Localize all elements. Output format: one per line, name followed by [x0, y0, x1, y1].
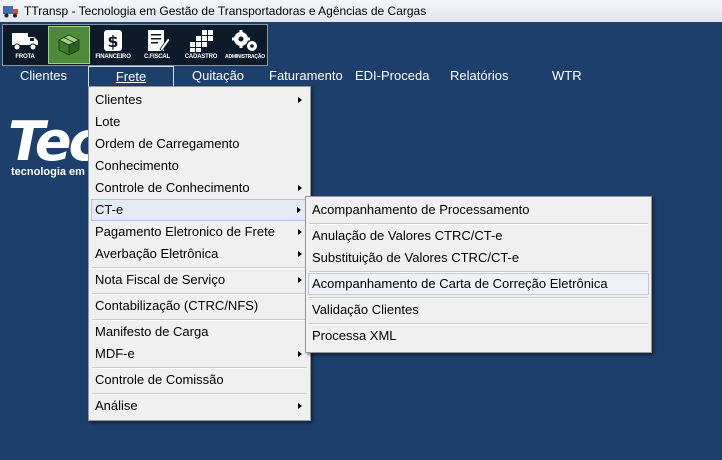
- menu-item-mdfe[interactable]: MDF-e: [91, 343, 308, 365]
- financeiro-label: FINANCEIRO: [95, 54, 131, 60]
- menu-item-label: Lote: [95, 114, 121, 129]
- submenu-item-validacao-clientes[interactable]: Validação Clientes: [308, 299, 649, 321]
- submenu-item-anulacao-valores[interactable]: Anulação de Valores CTRC/CT-e: [308, 225, 649, 247]
- menu-faturamento[interactable]: Faturamento: [265, 66, 347, 86]
- menu-item-clientes[interactable]: Clientes: [91, 89, 308, 111]
- submenu-arrow-icon: [298, 97, 302, 103]
- submenu-arrow-icon: [298, 351, 302, 357]
- menu-relatorios[interactable]: Relatórios: [446, 66, 513, 86]
- menu-item-conhecimento[interactable]: Conhecimento: [91, 155, 308, 177]
- logo-tagline: tecnologia em: [11, 166, 85, 178]
- menu-item-label: Processa XML: [312, 328, 397, 343]
- window-title: TTransp - Tecnologia em Gestão de Transp…: [24, 4, 427, 18]
- menu-item-controle-de-comissao[interactable]: Controle de Comissão: [91, 369, 308, 391]
- frete-dropdown-menu: Clientes Lote Ordem de Carregamento Conh…: [88, 86, 311, 421]
- submenu-arrow-icon: [297, 207, 301, 213]
- submenu-arrow-icon: [298, 277, 302, 283]
- c-fiscal-button[interactable]: C.FISCAL: [136, 26, 178, 64]
- grid-icon: [190, 30, 213, 52]
- document-pencil-icon: [148, 30, 171, 52]
- menu-item-label: Nota Fiscal de Serviço: [95, 272, 226, 287]
- module-toolbar: FROTA $ FINANCEIRO C.FISCAL CADASTRO ADM…: [2, 24, 268, 66]
- c-fiscal-label: C.FISCAL: [143, 54, 171, 60]
- frete-button[interactable]: [48, 26, 90, 64]
- menu-item-label: Contabilização (CTRC/NFS): [95, 298, 259, 313]
- window-title-bar: TTransp - Tecnologia em Gestão de Transp…: [0, 0, 722, 23]
- company-logo: Tec tecnologia em: [8, 120, 90, 185]
- menu-item-label: Conhecimento: [95, 158, 179, 173]
- cadastro-button[interactable]: CADASTRO: [180, 26, 222, 64]
- frota-button[interactable]: FROTA: [4, 26, 46, 64]
- toolbar-area: FROTA $ FINANCEIRO C.FISCAL CADASTRO ADM…: [0, 22, 722, 66]
- menu-item-averbacao-eletronica[interactable]: Averbação Eletrônica: [91, 243, 308, 265]
- submenu-arrow-icon: [298, 251, 302, 257]
- menu-item-label: Ordem de Carregamento: [95, 136, 240, 151]
- cargo-box-icon: [58, 34, 80, 56]
- submenu-item-carta-de-correcao[interactable]: Acompanhamento de Carta de Correção Elet…: [308, 273, 649, 295]
- menu-edi-proceda[interactable]: EDI-Proceda: [351, 66, 433, 86]
- menu-item-label: Pagamento Eletronico de Frete: [95, 224, 275, 239]
- menu-item-label: Averbação Eletrônica: [95, 246, 219, 261]
- submenu-item-processa-xml[interactable]: Processa XML: [308, 325, 649, 347]
- menu-item-ordem-de-carregamento[interactable]: Ordem de Carregamento: [91, 133, 308, 155]
- administracao-button[interactable]: ADMINISTRAÇÃO: [224, 26, 266, 64]
- menu-item-manifesto-de-carga[interactable]: Manifesto de Carga: [91, 321, 308, 343]
- menu-item-label: Validação Clientes: [312, 302, 419, 317]
- menu-item-label: Análise: [95, 398, 138, 413]
- menu-wtr[interactable]: WTR: [548, 66, 586, 86]
- menu-item-label: MDF-e: [95, 346, 135, 361]
- submenu-arrow-icon: [298, 229, 302, 235]
- financeiro-button[interactable]: $ FINANCEIRO: [92, 26, 134, 64]
- dollar-icon: $: [104, 30, 122, 51]
- menu-item-contabilizacao[interactable]: Contabilização (CTRC/NFS): [91, 295, 308, 317]
- menu-item-label: Acompanhamento de Carta de Correção Elet…: [312, 276, 608, 291]
- menu-item-nota-fiscal-de-servico[interactable]: Nota Fiscal de Serviço: [91, 269, 308, 291]
- submenu-item-substituicao-valores[interactable]: Substituição de Valores CTRC/CT-e: [308, 247, 649, 269]
- menu-item-lote[interactable]: Lote: [91, 111, 308, 133]
- submenu-arrow-icon: [298, 185, 302, 191]
- menu-clientes[interactable]: Clientes: [16, 66, 71, 86]
- menu-frete[interactable]: Frete: [88, 66, 174, 86]
- menu-item-label: Clientes: [95, 92, 142, 107]
- menu-item-analise[interactable]: Análise: [91, 395, 308, 417]
- menu-item-label: Controle de Comissão: [95, 372, 224, 387]
- menu-item-label: Anulação de Valores CTRC/CT-e: [312, 228, 503, 243]
- submenu-item-acompanhamento-processamento[interactable]: Acompanhamento de Processamento: [308, 199, 649, 221]
- svg-text:$: $: [107, 32, 118, 51]
- cte-submenu: Acompanhamento de Processamento Anulação…: [305, 196, 652, 353]
- menu-item-label: Manifesto de Carga: [95, 324, 209, 339]
- menu-bar: Clientes Frete Quitação Faturamento EDI-…: [0, 66, 722, 86]
- menu-item-pagamento-eletronico[interactable]: Pagamento Eletronico de Frete: [91, 221, 308, 243]
- cadastro-label: CADASTRO: [184, 54, 218, 60]
- gears-icon: [232, 30, 257, 51]
- submenu-arrow-icon: [298, 403, 302, 409]
- menu-item-label: Acompanhamento de Processamento: [312, 202, 530, 217]
- menu-item-controle-de-conhecimento[interactable]: Controle de Conhecimento: [91, 177, 308, 199]
- menu-item-label: Substituição de Valores CTRC/CT-e: [312, 250, 520, 265]
- menu-item-cte[interactable]: CT-e: [91, 199, 308, 221]
- truck-icon: [3, 4, 19, 18]
- frota-label: FROTA: [15, 54, 35, 60]
- administracao-label: ADMINISTRAÇÃO: [225, 54, 265, 60]
- menu-quitacao[interactable]: Quitação: [188, 66, 248, 86]
- menu-item-label: CT-e: [95, 202, 124, 217]
- truck-icon: [12, 33, 38, 51]
- menu-item-label: Controle de Conhecimento: [95, 180, 250, 195]
